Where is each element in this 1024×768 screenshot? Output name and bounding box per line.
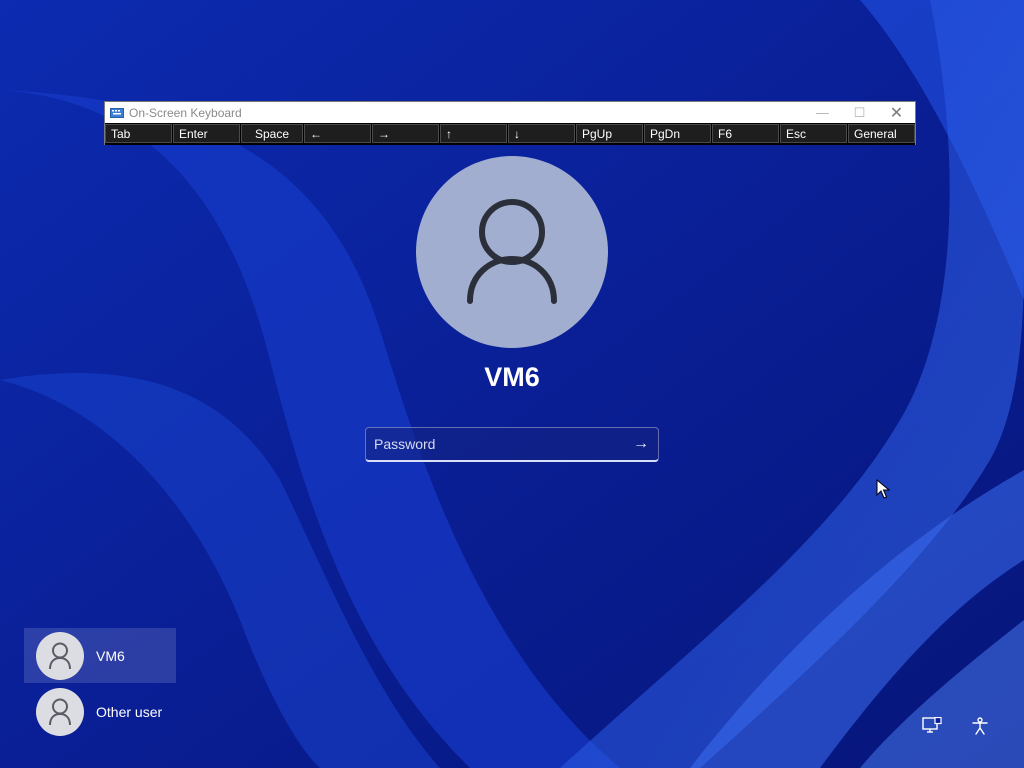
user-icon [467,199,557,304]
user-name: VM6 [484,362,540,392]
user-list-label: Other user [96,703,163,720]
minimize-button[interactable]: — [804,102,841,123]
user-avatar-small [36,631,84,680]
osk-window-controls: — ☐ ✕ [804,102,915,123]
close-button[interactable]: ✕ [878,102,915,123]
password-input[interactable] [366,427,624,461]
osk-key-esc[interactable]: Esc [780,124,847,143]
osk-key-space[interactable]: Space [241,124,303,143]
user-list-item-vm6[interactable]: VM6 [24,628,176,683]
user-avatar [416,156,608,348]
user-icon [49,642,71,669]
osk-key-general[interactable]: General [848,124,915,143]
osk-key-pgup[interactable]: PgUp [576,124,643,143]
password-field-container: → [365,427,659,462]
accessibility-icon [972,717,988,735]
osk-key-f6[interactable]: F6 [712,124,779,143]
user-icon [49,698,71,725]
osk-key-row: Tab Enter Space ← → ↑ ↓ PgUp PgDn F6 Esc… [105,123,915,145]
submit-arrow-button[interactable]: → [624,428,658,460]
osk-key-tab[interactable]: Tab [105,124,172,143]
user-list: VM6 Other user [24,628,176,740]
lock-screen: On-Screen Keyboard — ☐ ✕ Tab Enter Space… [0,0,1024,768]
osk-key-up[interactable]: ↑ [440,124,507,143]
maximize-button[interactable]: ☐ [841,102,878,123]
on-screen-keyboard-window[interactable]: On-Screen Keyboard — ☐ ✕ Tab Enter Space… [104,101,916,145]
keyboard-icon [110,107,124,118]
osk-key-right[interactable]: → [372,124,439,143]
user-list-item-other-user[interactable]: Other user [24,684,176,739]
network-icon [922,717,942,733]
network-button[interactable] [920,714,944,738]
user-avatar-small [36,687,84,736]
osk-key-down[interactable]: ↓ [508,124,575,143]
osk-key-left[interactable]: ← [304,124,371,143]
osk-key-enter[interactable]: Enter [173,124,240,143]
osk-key-pgdn[interactable]: PgDn [644,124,711,143]
osk-title: On-Screen Keyboard [129,105,242,120]
accessibility-button[interactable] [968,714,992,738]
user-list-label: VM6 [96,647,125,664]
mouse-cursor-icon [876,479,890,499]
arrow-right-icon: → [633,435,649,452]
osk-titlebar[interactable]: On-Screen Keyboard — ☐ ✕ [105,102,915,123]
